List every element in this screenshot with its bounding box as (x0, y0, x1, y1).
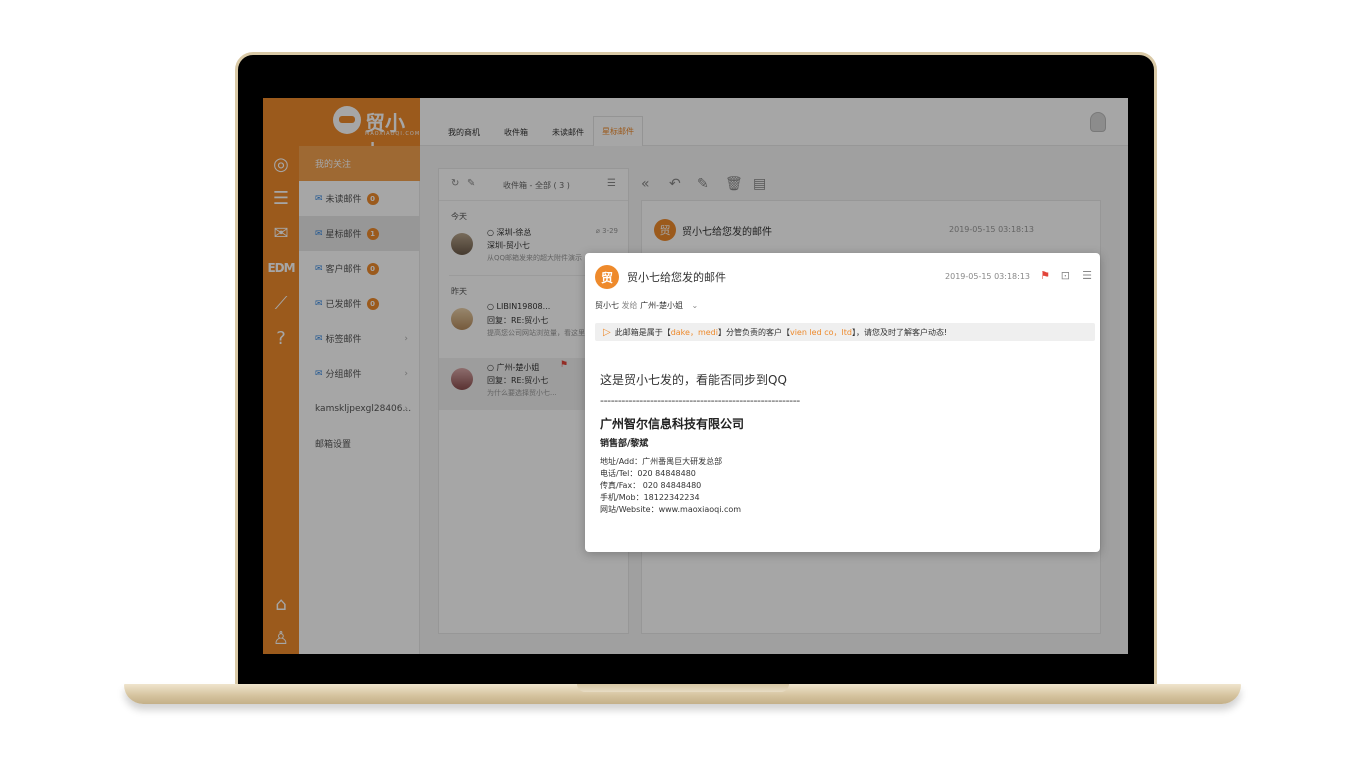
client-name: vien led co，ltd (789, 327, 852, 337)
avatar: 贸 (595, 265, 619, 289)
signature-dept: 销售部/黎斌 (600, 439, 649, 449)
modal-date: 2019-05-15 03:18:13 (945, 272, 1030, 281)
quick-reply-icon[interactable]: ⊡ (1061, 269, 1070, 282)
sender-name: 贸小七 (595, 301, 619, 310)
sent-to-label: 发给 (621, 301, 638, 310)
signature-separator: ----------------------------------------… (600, 394, 800, 407)
menu-icon[interactable]: ☰ (1082, 269, 1092, 282)
email-body: 这是贸小七发的，看能否同步到QQ (600, 373, 787, 387)
modal-title: 贸小七给您发的邮件 (627, 271, 726, 284)
laptop-notch (577, 684, 789, 692)
signature-tel: 电话/Tel：020 84848480 (600, 469, 696, 478)
signature-company: 广州智尔信息科技有限公司 (600, 417, 745, 431)
sender-line: 贸小七 发给 广州-楚小姐 ⌄ (595, 300, 698, 311)
flag-icon[interactable]: ⚑ (1040, 269, 1050, 282)
signature-address: 地址/Add：广州番禺巨大研发总部 (600, 457, 723, 466)
recipient-name: 广州-楚小姐 (640, 301, 683, 310)
signature-mobile: 手机/Mob：18122342234 (600, 493, 700, 502)
signature-website[interactable]: 网站/Website：www.maoxiaoqi.com (600, 504, 741, 515)
tag-icon: ▷ (603, 326, 611, 338)
customer-notice: ▷ 此邮箱是属于【 dake，medi 】分管负责的客户【 vien led c… (595, 323, 1095, 341)
chevron-down-icon[interactable]: ⌄ (692, 301, 699, 310)
owner-names: dake，medi (670, 327, 718, 337)
email-detail-modal: 贸 贸小七给您发的邮件 2019-05-15 03:18:13 ⚑ ⊡ ☰ 贸小… (585, 253, 1100, 552)
signature-fax: 传真/Fax： 020 84848480 (600, 481, 702, 490)
